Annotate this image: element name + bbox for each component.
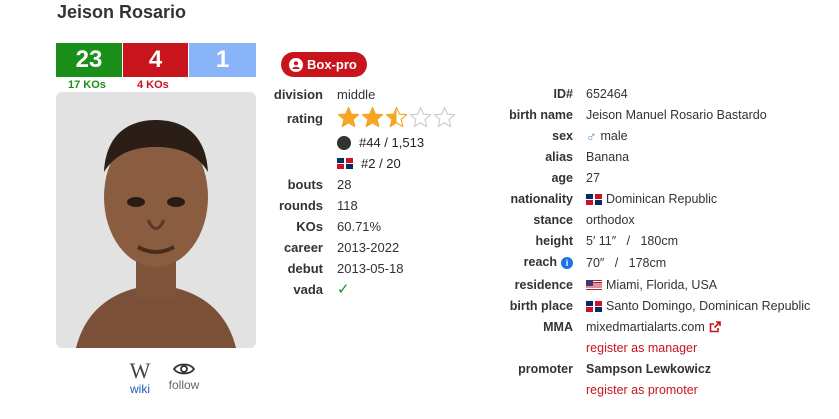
alias-label: alias bbox=[545, 150, 573, 164]
nationality-label: nationality bbox=[510, 192, 573, 206]
rounds-value: 118 bbox=[337, 198, 358, 213]
reach-label-text: reach bbox=[523, 255, 557, 269]
loss-kos: 4 KOs bbox=[137, 79, 169, 91]
star-icon bbox=[409, 106, 432, 128]
reach-value: 70″ / 178cm bbox=[586, 256, 667, 270]
residence-text: Miami, Florida, USA bbox=[606, 278, 718, 292]
age-value: 27 bbox=[586, 171, 600, 185]
sex-label: sex bbox=[552, 129, 573, 143]
register-manager-link[interactable]: register as manager bbox=[586, 341, 697, 355]
age-label: age bbox=[551, 171, 573, 185]
vada-check-icon: ✓ bbox=[337, 281, 350, 298]
stance-value: orthodox bbox=[586, 213, 635, 227]
box-pro-badge[interactable]: Box-pro bbox=[281, 52, 367, 77]
world-rank-value: #44 / 1,513 bbox=[359, 135, 425, 150]
debut-value[interactable]: 2013-05-18 bbox=[337, 261, 404, 276]
win-kos: 17 KOs bbox=[68, 79, 106, 91]
wins-count[interactable]: 23 bbox=[56, 43, 122, 77]
rounds-label: rounds bbox=[278, 198, 323, 213]
height-label: height bbox=[535, 234, 574, 248]
country-rank[interactable]: #2 / 20 bbox=[337, 156, 401, 171]
follow-link[interactable]: follow bbox=[164, 362, 204, 392]
country-rank-value: #2 / 20 bbox=[361, 156, 401, 171]
rating-stars bbox=[337, 106, 456, 129]
dominican-flag-icon bbox=[337, 158, 353, 169]
star-icon bbox=[433, 106, 456, 128]
sex-text: male bbox=[600, 129, 628, 143]
id-label: ID# bbox=[553, 87, 573, 101]
mma-label: MMA bbox=[543, 320, 573, 334]
follow-label: follow bbox=[168, 378, 200, 392]
vada-label: vada bbox=[293, 282, 323, 297]
info-icon[interactable]: i bbox=[561, 257, 573, 269]
rating-label: rating bbox=[286, 111, 323, 126]
usa-flag-icon bbox=[586, 279, 602, 291]
eye-icon bbox=[173, 363, 195, 375]
division-value[interactable]: middle bbox=[337, 87, 375, 102]
bouts-value: 28 bbox=[337, 177, 352, 192]
globe-icon bbox=[337, 135, 351, 150]
user-icon bbox=[289, 57, 303, 72]
dominican-flag-icon bbox=[586, 193, 602, 205]
birth-name-label: birth name bbox=[509, 108, 573, 122]
world-rank[interactable]: #44 / 1,513 bbox=[337, 135, 424, 150]
kos-label: KOs bbox=[296, 219, 323, 234]
mma-link-text: mixedmartialarts.com bbox=[586, 320, 705, 334]
residence-label: residence bbox=[514, 278, 573, 292]
birth-place-label: birth place bbox=[509, 299, 573, 313]
boxer-photo bbox=[56, 92, 256, 348]
id-value: 652464 bbox=[586, 87, 628, 101]
birth-name-value: Jeison Manuel Rosario Bastardo bbox=[586, 108, 767, 122]
residence-value[interactable]: Miami, Florida, USA bbox=[586, 278, 717, 292]
dominican-flag-icon bbox=[586, 300, 602, 312]
nationality-text: Dominican Republic bbox=[606, 192, 718, 206]
record-boxes: 23 4 1 bbox=[56, 43, 256, 77]
wikipedia-icon: W bbox=[129, 358, 151, 383]
promoter-label: promoter bbox=[518, 362, 573, 376]
height-value: 5′ 11″ / 180cm bbox=[586, 234, 678, 248]
bouts-label: bouts bbox=[287, 177, 323, 192]
external-link-icon bbox=[709, 321, 721, 333]
box-pro-label: Box-pro bbox=[307, 57, 357, 72]
nationality-value[interactable]: Dominican Republic bbox=[586, 192, 717, 206]
star-icon bbox=[385, 106, 408, 128]
losses-count[interactable]: 4 bbox=[122, 43, 188, 77]
male-icon: ♂ bbox=[586, 128, 597, 144]
register-promoter-link[interactable]: register as promoter bbox=[586, 383, 698, 397]
birth-place-value[interactable]: Santo Domingo, Dominican Republic bbox=[586, 299, 810, 313]
career-label: career bbox=[283, 240, 323, 255]
star-icon bbox=[337, 106, 360, 128]
star-icon bbox=[361, 106, 384, 128]
boxer-photo-image bbox=[56, 92, 256, 348]
wiki-link[interactable]: W wiki bbox=[128, 358, 152, 397]
kos-value: 60.71% bbox=[337, 219, 382, 234]
boxer-name: Jeison Rosario bbox=[57, 2, 187, 22]
wiki-label: wiki bbox=[130, 382, 150, 396]
career-value: 2013-2022 bbox=[337, 240, 400, 255]
division-label: division bbox=[273, 87, 323, 102]
draws-count[interactable]: 1 bbox=[188, 43, 256, 77]
stance-label: stance bbox=[533, 213, 573, 227]
reach-label: reach i bbox=[480, 255, 573, 269]
mma-link[interactable]: mixedmartialarts.com bbox=[586, 320, 721, 334]
birth-place-text: Santo Domingo, Dominican Republic bbox=[606, 299, 811, 313]
promoter-value[interactable]: Sampson Lewkowicz bbox=[586, 362, 711, 376]
debut-label: debut bbox=[287, 261, 323, 276]
sex-value: ♂ male bbox=[586, 128, 628, 144]
alias-value: Banana bbox=[586, 150, 630, 164]
